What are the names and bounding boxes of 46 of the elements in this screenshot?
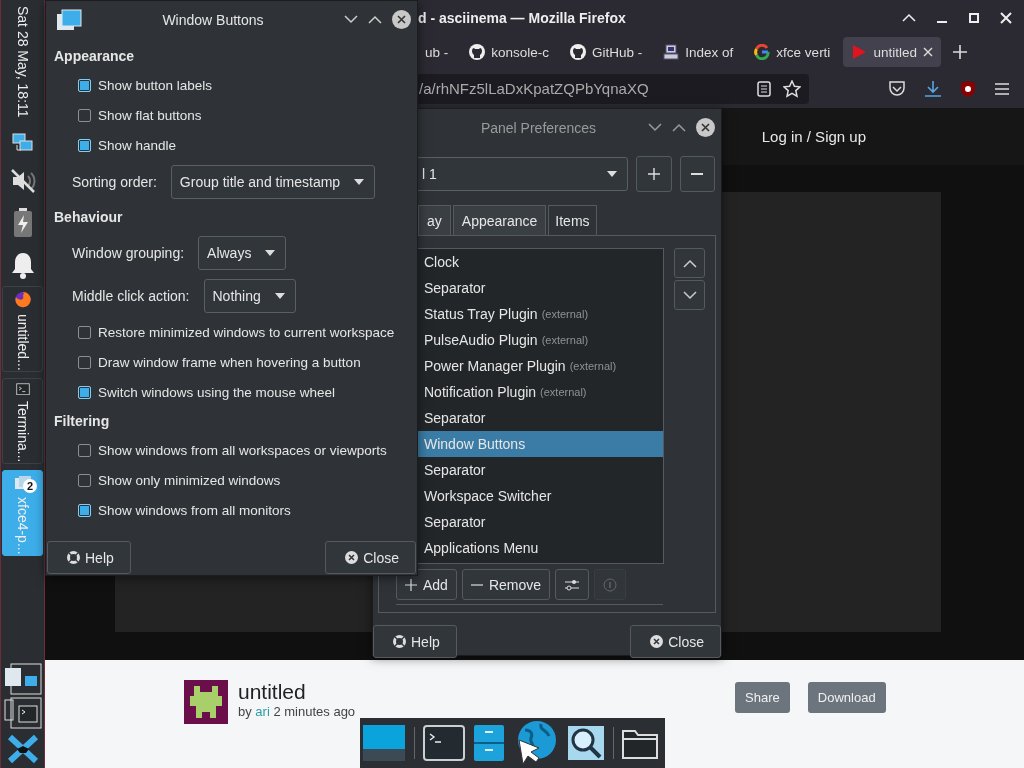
browser-tab[interactable]: konsole-c [461, 37, 558, 67]
close-button[interactable]: Close [630, 625, 721, 658]
window-title: d - asciinema — Mozilla Firefox [418, 9, 627, 26]
field-label: Window grouping: [72, 244, 185, 261]
checkbox-label[interactable]: Draw window frame when hovering a button [98, 354, 361, 370]
tab[interactable]: Items [548, 205, 597, 235]
download-button[interactable]: Download [807, 682, 886, 713]
login-link[interactable]: Log in / Sign up [761, 128, 866, 145]
checkbox-label[interactable]: Show handle [98, 137, 177, 153]
count-badge: 2 [23, 478, 37, 493]
dialog-title: Panel Preferences [479, 119, 598, 136]
section-heading: Appearance [54, 48, 136, 64]
dropdown[interactable]: Always [198, 235, 287, 270]
field-label: Sorting order: [72, 173, 157, 190]
checkbox-label[interactable]: Show windows from all monitors [98, 502, 291, 518]
section-heading: Behaviour [54, 209, 124, 225]
share-button[interactable]: Share [735, 682, 790, 713]
dropdown[interactable]: Group title and timestamp [170, 164, 376, 199]
browser-tab[interactable]: Index of [655, 37, 742, 67]
taskbar-button[interactable]: untitled... [2, 285, 43, 372]
recording-title: untitled [238, 680, 307, 704]
checkbox-label[interactable]: Show only minimized windows [98, 472, 281, 488]
browser-tab[interactable]: GitHub - [562, 37, 651, 67]
byline: by ari 2 minutes ago [238, 704, 356, 719]
remove-button[interactable]: Remove [461, 569, 551, 600]
close-button[interactable]: Close [325, 541, 416, 574]
browser-tab[interactable]: xfce verti [746, 37, 839, 67]
tab[interactable]: Appearance [452, 205, 547, 235]
checkbox-label[interactable]: Show flat buttons [98, 107, 202, 123]
field-label: Middle click action: [72, 287, 190, 304]
taskbar-button[interactable]: Termina... [2, 377, 43, 464]
checkbox-label[interactable]: Switch windows using the mouse wheel [98, 384, 336, 400]
taskbar-button[interactable]: 2 xfce4-p... [2, 469, 43, 556]
section-heading: Filtering [54, 413, 111, 429]
checkbox-label[interactable]: Show button labels [98, 77, 213, 93]
tab[interactable]: ay [418, 205, 451, 235]
dialog-title: Window Buttons [161, 11, 265, 28]
help-button[interactable]: Help [47, 541, 131, 574]
browser-tab[interactable]: ub - [417, 37, 457, 67]
clock[interactable]: Sat 28 May, 18:11 [14, 6, 31, 118]
address-bar[interactable]: /a/rhNFz5lLaDxKpatZQPbYqnaXQ [417, 73, 809, 104]
checkbox-label[interactable]: Restore minimized windows to current workspace [98, 324, 395, 340]
browser-tab[interactable]: untitled [843, 37, 941, 67]
add-button[interactable]: Add [396, 569, 457, 600]
help-button[interactable]: Help [373, 625, 457, 658]
dropdown[interactable]: Nothing [203, 278, 296, 313]
